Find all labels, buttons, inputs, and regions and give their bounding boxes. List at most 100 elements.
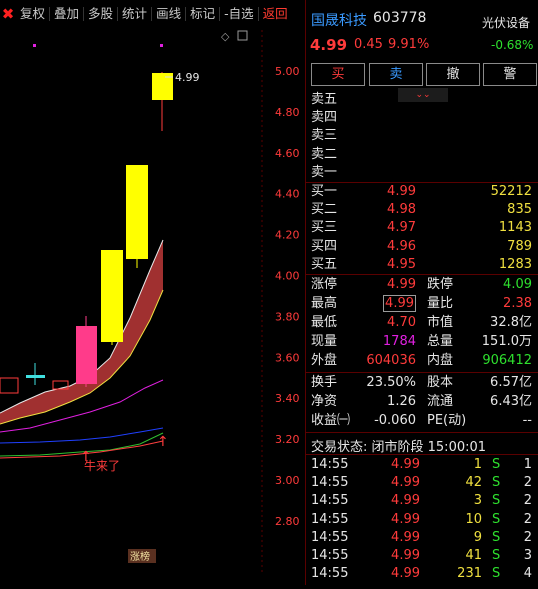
buy-level-row[interactable]: 买二 4.98 835 <box>306 201 538 219</box>
sell-level-row[interactable]: 卖三 <box>306 127 538 145</box>
sell-level-row[interactable]: 卖四 <box>306 109 538 127</box>
price-axis-label: 3.40 <box>275 392 300 405</box>
buy-level-price: 4.99 <box>387 184 416 199</box>
alert-button[interactable]: 警 <box>483 63 537 86</box>
total-vol-label: 总量 <box>427 334 454 349</box>
toolbar-item-overlay[interactable]: 叠加 <box>50 7 85 21</box>
candle-pink <box>76 326 97 384</box>
divider <box>306 274 538 275</box>
price-axis-label: 5.00 <box>275 65 300 78</box>
stock-name[interactable]: 国晟科技 <box>311 10 367 30</box>
price-axis-label: 4.40 <box>275 188 300 201</box>
buy-level-price: 4.97 <box>387 220 416 236</box>
sell-level-row[interactable]: 卖二 <box>306 146 538 164</box>
toolbar-item-adjust[interactable]: 复权 <box>16 7 51 21</box>
price-axis-label: 2.80 <box>275 515 300 528</box>
up-arrow-icon: ↑ <box>157 434 169 450</box>
tick-price: 4.99 <box>391 475 420 491</box>
sell-level-label: 卖三 <box>311 128 338 144</box>
buy-level-row[interactable]: 买三 4.97 1143 <box>306 219 538 237</box>
kline-chart[interactable]: 5.00 4.80 4.60 4.40 4.20 4.00 3.80 3.60 3.40 3.20… <box>0 30 305 585</box>
tick-count: 2 <box>523 511 532 527</box>
tick-volume: 42 <box>465 475 482 491</box>
tick-volume: 9 <box>473 529 482 545</box>
nav-label: 净资 <box>311 394 338 409</box>
buy-level-label: 买五 <box>311 256 338 272</box>
tick-row[interactable]: 14:55 4.99 41 S 3 <box>306 547 538 565</box>
tick-count: 2 <box>523 529 532 545</box>
price-axis-label: 4.20 <box>275 229 300 242</box>
toolbar-item-stats[interactable]: 统计 <box>118 7 153 21</box>
maximize-icon[interactable] <box>237 30 248 41</box>
toolbar-item-multi[interactable]: 多股 <box>84 7 119 21</box>
buy-level-label: 买四 <box>311 238 338 254</box>
tick-time: 14:55 <box>311 529 349 545</box>
divider <box>306 372 538 373</box>
shares-label: 股本 <box>427 375 454 390</box>
sell-button[interactable]: 卖 <box>369 63 423 86</box>
tick-row[interactable]: 14:55 4.99 3 S 2 <box>306 492 538 510</box>
stats-row: 净资 1.26 流通 6.43亿 <box>306 393 538 411</box>
buy-level-label: 买二 <box>311 202 338 218</box>
high-value: 4.99 <box>383 295 416 312</box>
trade-status: 交易状态: 闭市阶段 15:00:01 <box>311 440 487 455</box>
buy-level-row[interactable]: 买五 4.95 1283 <box>306 256 538 274</box>
high-label: 最高 <box>311 296 338 311</box>
toolbar-item-watchlist[interactable]: -自选 <box>220 7 259 21</box>
tick-price: 4.99 <box>391 457 420 472</box>
sector-name[interactable]: 光伏设备 <box>482 14 530 31</box>
tick-side: S <box>492 548 501 563</box>
diamond-icon[interactable]: ◇ <box>221 30 230 43</box>
sell-level-row[interactable]: 卖一 <box>306 164 538 182</box>
price-change-pct: 9.91% <box>388 37 430 52</box>
stats-row: 最低 4.70 市值 32.8亿 <box>306 314 538 332</box>
tick-time: 14:55 <box>311 493 349 509</box>
mkt-cap-label: 市值 <box>427 315 454 330</box>
tick-time: 14:55 <box>311 548 349 563</box>
bottom-tag[interactable]: 涨榜 <box>130 550 150 563</box>
chart-annotation: 牛来了 <box>84 458 120 473</box>
turnover-value: 23.50% <box>366 375 416 390</box>
tick-volume: 231 <box>457 566 482 582</box>
tick-row[interactable]: 14:55 4.99 42 S 2 <box>306 474 538 492</box>
tick-volume: 41 <box>465 548 482 563</box>
tick-price: 4.99 <box>391 529 420 545</box>
tick-price: 4.99 <box>391 548 420 563</box>
buy-level-row[interactable]: 买四 4.96 789 <box>306 238 538 256</box>
toolbar-item-back[interactable]: 返回 <box>259 7 292 21</box>
tick-row[interactable]: 14:55 4.99 9 S 2 <box>306 529 538 547</box>
price-axis-label: 4.80 <box>275 106 300 119</box>
eps-value: -0.060 <box>374 413 416 428</box>
cancel-order-button[interactable]: 撤 <box>426 63 480 86</box>
tick-row[interactable]: 14:55 4.99 10 S 2 <box>306 511 538 529</box>
limit-up-label: 涨停 <box>311 277 338 292</box>
tick-volume: 3 <box>473 493 482 509</box>
buy-level-price: 4.95 <box>387 256 416 272</box>
buy-level-volume: 835 <box>507 202 532 218</box>
tick-volume: 10 <box>465 511 482 527</box>
candle <box>26 375 45 378</box>
current-price: 4.99 <box>310 36 348 54</box>
tick-side: S <box>492 529 501 545</box>
toolbar-item-mark[interactable]: 标记 <box>186 7 221 21</box>
sell-level-row[interactable]: 卖五 <box>306 91 538 109</box>
tick-price: 4.99 <box>391 566 420 582</box>
tick-row[interactable]: 14:55 4.99 231 S 4 <box>306 565 538 583</box>
stats-row: 现量 1784 总量 151.0万 <box>306 333 538 351</box>
low-value: 4.70 <box>387 315 416 330</box>
tick-time: 14:55 <box>311 475 349 491</box>
buy-button[interactable]: 买 <box>311 63 365 86</box>
close-icon[interactable]: ✖ <box>0 5 16 23</box>
buy-level-volume: 52212 <box>490 184 532 199</box>
tick-row[interactable]: 14:55 4.99 1 S 1 <box>306 456 538 474</box>
price-axis-label: 3.80 <box>275 310 300 323</box>
pe-label: PE(动) <box>427 413 467 428</box>
low-label: 最低 <box>311 315 338 330</box>
price-change: 0.45 <box>354 37 383 52</box>
buy-level-row[interactable]: 买一 4.99 52212 <box>306 183 538 201</box>
buy-level-volume: 1283 <box>498 256 532 272</box>
turnover-label: 换手 <box>311 375 338 390</box>
price-axis-labels: 5.00 4.80 4.60 4.40 4.20 4.00 3.80 3.60 3.40 3.20… <box>275 65 300 528</box>
sell-level-label: 卖二 <box>311 146 338 162</box>
toolbar-item-draw[interactable]: 画线 <box>152 7 187 21</box>
